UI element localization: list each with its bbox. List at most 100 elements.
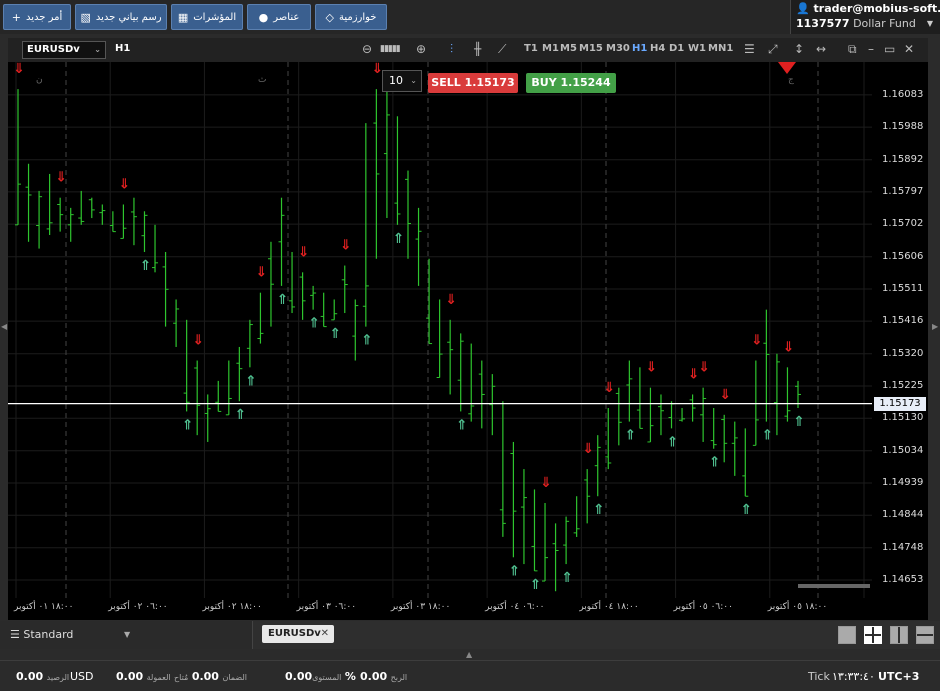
horizontal-line-icon[interactable]: ↔	[816, 42, 826, 56]
timeframe-w1[interactable]: W1	[688, 43, 706, 54]
user-icon: 👤	[796, 2, 810, 15]
buy-signal-arrow: ⇑	[593, 502, 605, 518]
tick-label: Tick	[808, 670, 830, 683]
right-panel-toggle-icon[interactable]: ▶	[932, 322, 938, 331]
sell-signal-arrow: ⇓	[719, 387, 731, 403]
time-tick-label: ١٨:٠٠ ٠٣ أكتوبر	[390, 602, 451, 612]
chart-tab-eurusd[interactable]: EURUSDv ✕	[262, 625, 334, 643]
price-tick-label: 1.15988	[882, 121, 924, 133]
close-icon[interactable]: ✕	[321, 625, 329, 643]
sell-signal-arrow: ⇓	[255, 265, 267, 281]
price-tick-label: 1.15797	[882, 185, 924, 197]
layout-rows-icon[interactable]	[916, 626, 934, 644]
price-tick-label: 1.15320	[882, 347, 924, 359]
buy-button[interactable]: BUY 1.15244	[526, 73, 616, 93]
algorithm-button[interactable]: ◇ خوارزمية	[315, 4, 387, 30]
zoom-in-icon[interactable]: ⊕	[416, 42, 426, 56]
buy-signal-arrow: ⇑	[245, 373, 257, 389]
new-order-button[interactable]: + أمر جديد	[3, 4, 71, 30]
buy-signal-arrow: ⇑	[277, 292, 289, 308]
timezone-select[interactable]: UTC+3	[878, 670, 919, 683]
timeframe-m30[interactable]: M30	[606, 43, 630, 54]
chart-tab-label: EURUSDv	[268, 628, 321, 639]
account-currency: USD	[70, 670, 94, 683]
buy-signal-arrow: ⇑	[529, 577, 541, 593]
layout-single-icon[interactable]	[838, 626, 856, 644]
price-tick-label: 1.15702	[882, 218, 924, 230]
price-tick-label: 1.14653	[882, 574, 924, 586]
timeframe-d1[interactable]: D1	[669, 43, 684, 54]
sell-signal-arrow: ⇓	[582, 441, 594, 457]
draw-line-icon[interactable]: ⤢	[768, 42, 778, 57]
timeframe-m1[interactable]: M1	[542, 43, 559, 54]
bar-chart-icon[interactable]: ⫶	[450, 42, 453, 57]
time-tick-label: ١٨:٠٠ ٠٤ أكتوبر	[579, 602, 639, 612]
buy-signal-arrow: ⇑	[624, 428, 636, 444]
quantity-input[interactable]: 10 ⌄	[382, 70, 422, 92]
zoom-out-icon[interactable]: ⊖	[362, 42, 372, 56]
indicator-list-icon[interactable]: ☰	[744, 42, 755, 56]
sell-signal-arrow: ⇓	[13, 62, 25, 77]
sell-signal-arrow: ⇓	[55, 170, 67, 186]
time-axis[interactable]: ١٨:٠٠ ٠١ أكتوبر ٠٦:٠٠ ٠٢ أكتوبر ١٨:٠٠ ٠٢ أ…	[8, 598, 872, 620]
sell-signal-arrow: ⇓	[192, 333, 204, 349]
horizontal-scrollbar[interactable]	[798, 584, 870, 588]
sell-signal-arrow: ⇓	[298, 244, 310, 260]
time-tick-label: ١٨:٠٠ ٠٥ أكتوبر	[767, 602, 828, 612]
objects-icon: ●	[258, 10, 269, 24]
price-tick-label: 1.15225	[882, 379, 924, 391]
maximize-icon[interactable]: ▭	[884, 42, 895, 56]
chart-window: EURUSDv ⌄ H1 ⊖ ▮▮▮▮▮ ⊕ ⫶ ╫ ⟋ T1 M1 M5 M15 M30…	[8, 38, 928, 620]
timeframe-h4[interactable]: H4	[650, 43, 665, 54]
chevron-down-icon: ⌄	[94, 45, 101, 54]
timeframe-m15[interactable]: M15	[579, 43, 603, 54]
chevron-down-icon[interactable]: ▼	[927, 19, 933, 28]
price-tick-label: 1.15130	[882, 412, 924, 424]
timeframe-t1[interactable]: T1	[524, 43, 538, 54]
indicators-icon: ▦	[177, 10, 189, 24]
algorithm-label: خوارزمية	[338, 11, 377, 23]
workspace-menu-icon: ☰	[10, 628, 20, 641]
objects-button[interactable]: ● عناصر	[247, 4, 311, 30]
indicators-button[interactable]: ▦ المؤشرات	[171, 4, 243, 30]
sell-price: 1.15173	[464, 76, 515, 89]
balance-value: 0.00	[16, 670, 44, 683]
candle-chart-icon[interactable]: ╫	[474, 42, 481, 56]
workspace-select[interactable]: ☰ Standard ▼	[0, 621, 253, 649]
status-bar: 0.00 الرصيد USD 0.00 العمولة الضمان 0.00…	[0, 660, 940, 691]
account-user: trader@mobius-soft.org	[813, 2, 940, 15]
day-mark: ج	[788, 75, 794, 85]
buy-signal-arrow: ⇑	[740, 502, 752, 518]
layout-grid-icon[interactable]	[864, 626, 882, 644]
line-chart-icon[interactable]: ⟋	[498, 42, 506, 57]
sell-button[interactable]: SELL 1.15173	[428, 73, 518, 93]
symbol-select[interactable]: EURUSDv ⌄	[22, 41, 106, 59]
price-axis[interactable]: 1.16083 1.15988 1.15892 1.15797 1.15702 1.156…	[872, 62, 928, 598]
buy-signal-arrow: ⇑	[761, 428, 773, 444]
day-mark: ن	[36, 75, 43, 85]
timeframe-m5[interactable]: M5	[560, 43, 577, 54]
detach-icon[interactable]: ⧉	[848, 42, 857, 57]
timeframe-mn1[interactable]: MN1	[708, 43, 733, 54]
profit-label: الربح	[390, 673, 408, 682]
buy-label: BUY	[531, 76, 557, 89]
close-icon[interactable]: ✕	[904, 42, 914, 56]
time-tick-label: ٠٦:٠٠ ٠٥ أكتوبر	[673, 602, 733, 612]
vertical-line-icon[interactable]: ↕	[794, 42, 804, 56]
minimize-icon[interactable]: –	[868, 42, 874, 56]
left-panel-toggle-icon[interactable]: ◀	[1, 322, 7, 331]
new-chart-button[interactable]: ▧ رسم بياني جديد	[75, 4, 167, 30]
price-tick-label: 1.15034	[882, 444, 924, 456]
balance-label: الرصيد	[46, 673, 70, 682]
zoom-slider-icon[interactable]: ▮▮▮▮▮	[380, 44, 401, 54]
panel-expand-icon[interactable]: ▲	[466, 650, 472, 659]
account-panel[interactable]: 👤 trader@mobius-soft.org 1137577 Dollar …	[790, 0, 940, 34]
layout-columns-icon[interactable]	[890, 626, 908, 644]
price-chart[interactable]: نثرخج⇓⇓⇓⇓⇓⇓⇓⇓⇓⇓⇓⇓⇓⇓⇓⇓⇓⇓⇑⇑⇑⇑⇑⇑⇑⇑⇑⇑⇑⇑⇑⇑⇑⇑⇑…	[8, 62, 872, 598]
profit-value: 0.00	[360, 670, 388, 683]
chart-icon: ▧	[80, 10, 91, 24]
free-label: مُتاح	[174, 673, 189, 682]
timeframe-h1[interactable]: H1	[632, 43, 647, 54]
price-tick-label: 1.14939	[882, 476, 924, 488]
sell-signal-arrow: ⇓	[118, 176, 130, 192]
